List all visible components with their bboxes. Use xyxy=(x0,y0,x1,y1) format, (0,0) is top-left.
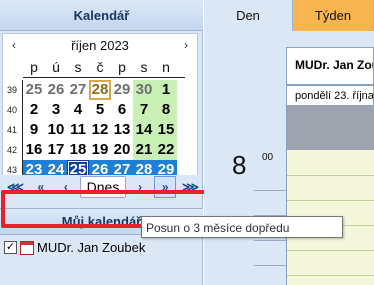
day-cell[interactable]: 7 xyxy=(133,100,155,120)
month-label: říjen 2023 xyxy=(71,37,129,53)
day-cell[interactable]: 26 xyxy=(45,80,67,100)
weekday-label: p xyxy=(30,59,38,75)
week-number[interactable]: 40 xyxy=(7,100,17,120)
back-month-button[interactable]: ‹ xyxy=(55,176,77,198)
day-cell[interactable]: 12 xyxy=(89,120,111,140)
calendar-entry-label: MUDr. Jan Zoubek xyxy=(37,240,146,255)
day-cell[interactable]: 30 xyxy=(133,80,155,100)
day-cell[interactable]: 29 xyxy=(111,80,133,100)
calendar-icon xyxy=(20,240,34,255)
day-header[interactable]: pondělí 23. října xyxy=(286,85,374,106)
view-tabs: Den Týden xyxy=(204,0,374,31)
weekday-label: ú xyxy=(52,59,60,75)
day-cell[interactable]: 17 xyxy=(45,140,67,160)
tooltip: Posun o 3 měsíce dopředu xyxy=(141,216,343,238)
day-cell[interactable]: 9 xyxy=(23,120,45,140)
calendar-nav-bar: ⋘ « ‹ Dnes › » ⋙ xyxy=(2,175,202,199)
time-divider xyxy=(254,240,286,241)
chevron-right-icon[interactable]: › xyxy=(179,38,193,52)
weekday-header: p ú s č p s n xyxy=(23,59,177,75)
today-button[interactable]: Dnes xyxy=(79,176,127,198)
today-day-cell[interactable]: 28 xyxy=(89,80,111,100)
jump-far-forward-button[interactable]: ⋙ xyxy=(179,176,202,198)
tab-week[interactable]: Týden xyxy=(293,0,374,31)
day-cell[interactable]: 11 xyxy=(67,120,89,140)
day-cell[interactable]: 19 xyxy=(89,140,111,160)
weekday-label: č xyxy=(96,59,104,75)
day-cell[interactable]: 18 xyxy=(67,140,89,160)
weekday-label: s xyxy=(140,59,148,75)
weekday-label: p xyxy=(118,59,126,75)
forward-month-button[interactable]: › xyxy=(129,176,151,198)
mini-calendar: ‹ říjen 2023 › p ú s č p s n 39 40 41 42… xyxy=(2,33,198,200)
day-cell[interactable]: 5 xyxy=(89,100,111,120)
day-cell[interactable]: 14 xyxy=(133,120,155,140)
slot-divider xyxy=(287,175,374,176)
week-number[interactable]: 42 xyxy=(7,140,17,160)
day-cell[interactable]: 13 xyxy=(111,120,133,140)
day-cell[interactable]: 8 xyxy=(155,100,177,120)
calendar-checkbox[interactable]: ✓ xyxy=(4,241,17,254)
day-cell[interactable]: 2 xyxy=(23,100,45,120)
chevron-left-icon[interactable]: ‹ xyxy=(7,38,21,52)
day-cell[interactable]: 10 xyxy=(45,120,67,140)
day-cell[interactable]: 27 xyxy=(67,80,89,100)
day-cell[interactable]: 1 xyxy=(155,80,177,100)
jump-far-back-button[interactable]: ⋘ xyxy=(4,176,27,198)
unavailable-block xyxy=(287,106,374,150)
day-cell[interactable]: 6 xyxy=(111,100,133,120)
day-cell[interactable]: 20 xyxy=(111,140,133,160)
weekday-label: n xyxy=(162,59,170,75)
slot-divider xyxy=(287,275,374,276)
day-cell[interactable]: 21 xyxy=(133,140,155,160)
slot-divider xyxy=(287,250,374,251)
day-cell[interactable]: 25 xyxy=(23,80,45,100)
tab-day[interactable]: Den xyxy=(204,0,293,31)
back-3-months-button[interactable]: « xyxy=(30,176,52,198)
slot-divider xyxy=(287,200,374,201)
day-cell[interactable]: 16 xyxy=(23,140,45,160)
calendar-entry[interactable]: ✓ MUDr. Jan Zoubek xyxy=(4,240,145,255)
sidebar-title: Kalendář xyxy=(0,0,203,31)
weekday-label: s xyxy=(74,59,82,75)
day-cell[interactable]: 15 xyxy=(155,120,177,140)
day-cell[interactable]: 22 xyxy=(155,140,177,160)
hour-label: 8 xyxy=(232,150,247,180)
weekday-divider xyxy=(23,77,185,78)
time-divider xyxy=(254,190,286,191)
minute-label: 00 xyxy=(262,152,274,163)
forward-3-months-button[interactable]: » xyxy=(154,176,177,198)
month-navigation: ‹ říjen 2023 › xyxy=(3,34,197,56)
doctor-name: MUDr. Jan Zoubek xyxy=(286,47,374,85)
time-divider xyxy=(254,265,286,266)
day-cell[interactable]: 3 xyxy=(45,100,67,120)
week-number[interactable]: 41 xyxy=(7,120,17,140)
day-cell[interactable]: 4 xyxy=(67,100,89,120)
week-number[interactable]: 39 xyxy=(7,80,17,100)
